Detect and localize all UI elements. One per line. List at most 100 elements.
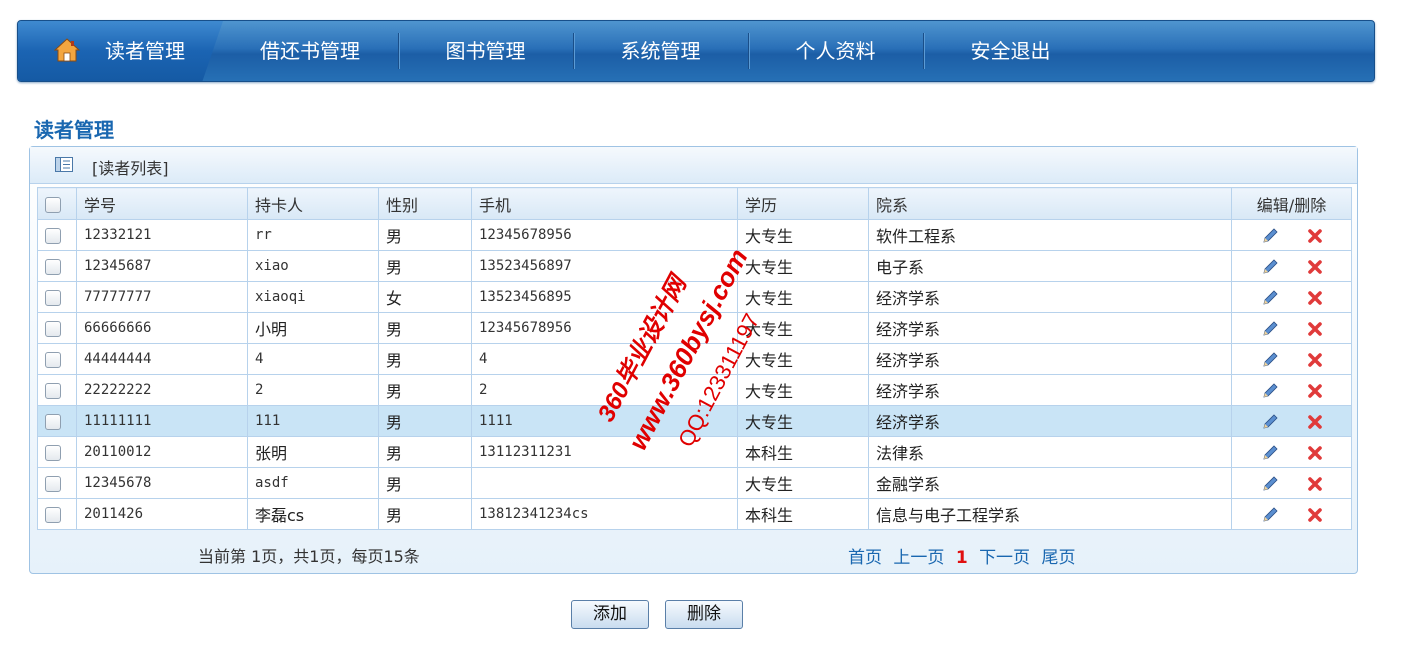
table-row[interactable]: 44444444 4 男 4 大专生 经济学系 [37, 343, 1352, 375]
table-row[interactable]: 12345687 xiao 男 13523456897 大专生 电子系 [37, 250, 1352, 282]
row-select-cell [37, 498, 77, 530]
column-header-department: 院系 [868, 187, 1232, 220]
delete-icon[interactable] [1307, 228, 1323, 244]
cell-gender: 女 [378, 281, 472, 313]
table-header-row: 学号 持卡人 性别 手机 学历 院系 编辑/删除 [37, 187, 1352, 220]
add-button[interactable]: 添加 [571, 600, 649, 629]
column-header-edit-delete: 编辑/删除 [1231, 187, 1352, 220]
edit-icon[interactable] [1261, 351, 1279, 369]
row-checkbox[interactable] [45, 507, 61, 523]
row-checkbox[interactable] [45, 228, 61, 244]
cell-department: 电子系 [868, 250, 1232, 282]
select-all-checkbox[interactable] [45, 196, 61, 213]
edit-icon[interactable] [1261, 320, 1279, 338]
row-checkbox[interactable] [45, 321, 61, 337]
panel-title: [读者列表] [92, 159, 169, 178]
home-icon [54, 38, 80, 62]
cell-cardholder: 4 [247, 343, 379, 375]
cell-department: 经济学系 [868, 405, 1232, 437]
cell-education: 大专生 [737, 343, 869, 375]
nav-item-book-management[interactable]: 图书管理 [418, 21, 553, 81]
cell-cardholder: asdf [247, 467, 379, 499]
table-row[interactable]: 12345678 asdf 男 大专生 金融学系 [37, 467, 1352, 499]
row-checkbox[interactable] [45, 259, 61, 275]
cell-phone: 12345678956 [471, 312, 738, 344]
delete-icon[interactable] [1307, 259, 1323, 275]
cell-education: 大专生 [737, 250, 869, 282]
delete-icon[interactable] [1307, 383, 1323, 399]
cell-student-id: 20110012 [76, 436, 248, 468]
table-row[interactable]: 22222222 2 男 2 大专生 经济学系 [37, 374, 1352, 406]
table-row[interactable]: 11111111 111 男 1111 大专生 经济学系 [37, 405, 1352, 437]
edit-icon[interactable] [1261, 413, 1279, 431]
cell-phone: 13523456897 [471, 250, 738, 282]
delete-icon[interactable] [1307, 507, 1323, 523]
delete-icon[interactable] [1307, 414, 1323, 430]
edit-icon[interactable] [1261, 475, 1279, 493]
row-checkbox[interactable] [45, 352, 61, 368]
nav-item-system-management[interactable]: 系统管理 [593, 21, 728, 81]
page-title: 读者管理 [34, 118, 114, 142]
cell-gender: 男 [378, 498, 472, 530]
cell-student-id: 22222222 [76, 374, 248, 406]
cell-education: 本科生 [737, 498, 869, 530]
table-row[interactable]: 77777777 xiaoqi 女 13523456895 大专生 经济学系 [37, 281, 1352, 313]
pager-first-link[interactable]: 首页 [848, 548, 882, 568]
row-checkbox[interactable] [45, 445, 61, 461]
row-checkbox[interactable] [45, 414, 61, 430]
nav-item-profile[interactable]: 个人资料 [768, 21, 903, 81]
column-header-student-id: 学号 [76, 187, 248, 220]
nav-item-logout[interactable]: 安全退出 [943, 21, 1078, 81]
table-row[interactable]: 20110012 张明男 13112311231 本科生 法律系 [37, 436, 1352, 468]
table-row[interactable]: 12332121 rr 男 12345678956 大专生 软件工程系 [37, 219, 1352, 251]
cell-department: 金融学系 [868, 467, 1232, 499]
edit-icon[interactable] [1261, 289, 1279, 307]
column-header-cardholder: 持卡人 [247, 187, 379, 220]
delete-icon[interactable] [1307, 290, 1323, 306]
nav-item-reader-management[interactable]: 读者管理 [90, 21, 200, 81]
cell-gender: 男 [378, 436, 472, 468]
edit-icon[interactable] [1261, 227, 1279, 245]
nav-item-borrow-return[interactable]: 借还书管理 [240, 21, 380, 81]
pager-prev-link[interactable]: 上一页 [893, 548, 944, 568]
row-checkbox[interactable] [45, 383, 61, 399]
cell-gender: 男 [378, 405, 472, 437]
cell-education: 大专生 [737, 219, 869, 251]
cell-gender: 男 [378, 374, 472, 406]
cell-education: 大专生 [737, 281, 869, 313]
delete-icon[interactable] [1307, 321, 1323, 337]
cell-cardholder: 张明 [247, 436, 379, 468]
cell-cardholder: 111 [247, 405, 379, 437]
delete-icon[interactable] [1307, 352, 1323, 368]
pager-last-link[interactable]: 尾页 [1041, 548, 1075, 568]
row-checkbox[interactable] [45, 290, 61, 306]
edit-icon[interactable] [1261, 444, 1279, 462]
delete-icon[interactable] [1307, 445, 1323, 461]
edit-icon[interactable] [1261, 258, 1279, 276]
cell-student-id: 12332121 [76, 219, 248, 251]
reader-table: 学号 持卡人 性别 手机 学历 院系 编辑/删除 12332121 rr 男 1234… [37, 187, 1352, 530]
pager-summary: 当前第 1页，共1页，每页15条 [198, 547, 420, 566]
table-row[interactable]: 2011426 李磊cs 男 13812341234cs 本科生 信息与电子工程学系 [37, 498, 1352, 530]
cell-education: 大专生 [737, 405, 869, 437]
delete-icon[interactable] [1307, 476, 1323, 492]
edit-icon[interactable] [1261, 382, 1279, 400]
pager-next-link[interactable]: 下一页 [979, 548, 1030, 568]
row-actions-cell [1231, 312, 1352, 344]
nav-separator [748, 33, 749, 69]
top-nav: 读者管理 借还书管理 图书管理 系统管理 个人资料 安全退出 [17, 20, 1375, 82]
row-select-cell [37, 436, 77, 468]
pager: 首页 上一页 1 下一页 尾页 [848, 543, 1081, 568]
row-checkbox[interactable] [45, 476, 61, 492]
cell-gender: 男 [378, 467, 472, 499]
delete-button[interactable]: 删除 [665, 600, 743, 629]
nav-separator [398, 33, 399, 69]
table-row[interactable]: 66666666 小明男 12345678956 大专生 经济学系 [37, 312, 1352, 344]
panel-header: [读者列表] [30, 147, 1357, 184]
edit-icon[interactable] [1261, 506, 1279, 524]
cell-cardholder: 李磊cs [247, 498, 379, 530]
cell-department: 软件工程系 [868, 219, 1232, 251]
cell-student-id: 66666666 [76, 312, 248, 344]
row-select-cell [37, 343, 77, 375]
row-actions-cell [1231, 467, 1352, 499]
